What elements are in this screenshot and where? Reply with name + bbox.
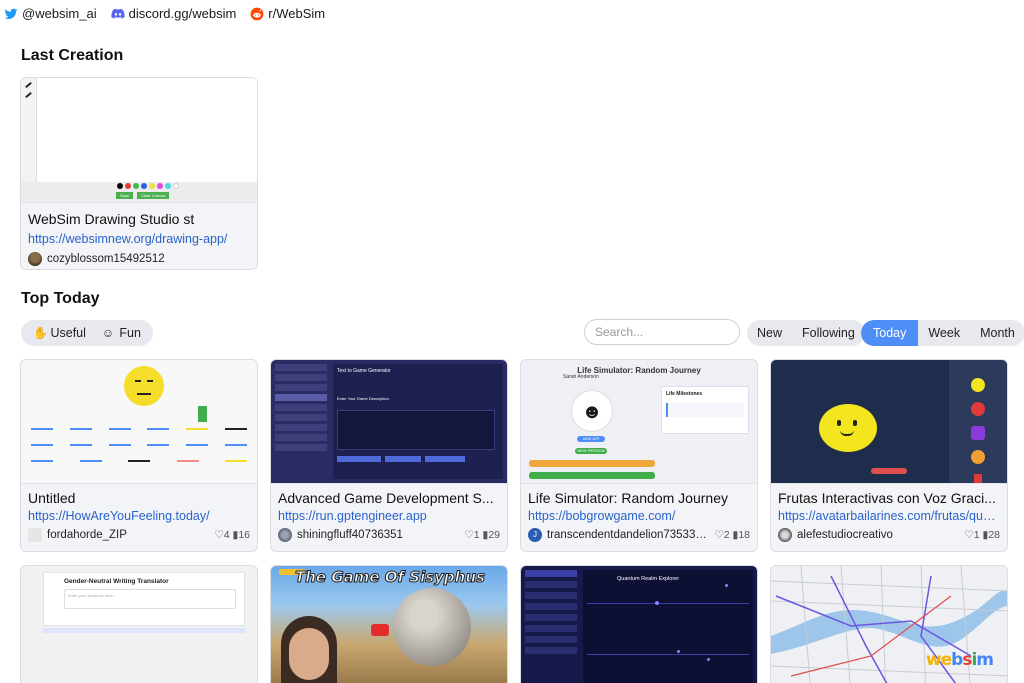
avatar[interactable]: J (528, 528, 542, 542)
card-stats: ♡1 ▮28 (964, 529, 1000, 541)
author-name[interactable]: shiningfluff40736351 (297, 529, 460, 541)
discord-icon (110, 8, 125, 19)
card-stats: ♡2 ▮18 (714, 529, 750, 541)
category-fun[interactable]: ☺ Fun (94, 320, 149, 346)
thumb-panel: Life Milestones (666, 391, 703, 397)
websim-watermark: websim (925, 650, 994, 670)
card-url[interactable]: https://run.gptengineer.app (278, 508, 500, 525)
thumb-heading: Life Simulator: Random Journey (577, 366, 701, 375)
thumb-input: Enter your sentence here... (64, 589, 236, 609)
card-title: Advanced Game Development S... (278, 490, 494, 506)
card-title: Life Simulator: Random Journey (528, 490, 728, 506)
card-meta: J transcendentdandelion73533838 ♡2 ▮18 (528, 528, 750, 542)
view-count: 18 (738, 529, 750, 541)
last-creation-card[interactable]: Save Clear Canvas WebSim Drawing Studio … (20, 77, 258, 270)
card-meta: alefestudiocreativo ♡1 ▮28 (778, 528, 1000, 542)
card-thumbnail: Text to Game Generator Enter Your Game D… (271, 360, 507, 484)
category-useful[interactable]: ✋ Useful (25, 320, 94, 346)
twitter-link[interactable]: @websim_ai (4, 6, 97, 21)
card-thumbnail: Life Simulator: Random Journey Sarah And… (521, 360, 757, 484)
author-name[interactable]: fordahorde_ZIP (47, 529, 210, 541)
category-filter: ✋ Useful ☺ Fun (21, 320, 153, 346)
card-meta: cozyblossom15492512 (28, 252, 250, 266)
card-url[interactable]: https://bobgrowgame.com/ (528, 508, 750, 525)
card-meta: shiningfluff40736351 ♡1 ▮29 (278, 528, 500, 542)
tab-following[interactable]: Following (792, 320, 865, 346)
card-thumbnail (771, 360, 1007, 484)
author-name[interactable]: transcendentdandelion73533838 (547, 529, 710, 541)
like-count: 1 (973, 529, 980, 541)
time-filter: Today Week Month (861, 320, 1024, 346)
project-card[interactable]: Quantum Realm Explorer (520, 565, 758, 683)
author-name[interactable]: alefestudiocreativo (797, 529, 960, 541)
view-count: 16 (238, 529, 250, 541)
category-label: Useful (50, 326, 86, 340)
search-input[interactable] (584, 319, 740, 345)
heart-icon: ♡ (714, 529, 724, 541)
category-label: Fun (119, 326, 141, 340)
thumb-button-2: NEW PERSON (575, 448, 607, 454)
heart-icon: ♡ (964, 529, 974, 541)
thumb-heading: The Game Of Sisyphus (295, 568, 486, 587)
tab-week[interactable]: Week (918, 320, 970, 346)
avatar[interactable] (278, 528, 292, 542)
card-stats: ♡1 ▮29 (464, 529, 500, 541)
view-count: 29 (488, 529, 500, 541)
avatar[interactable] (778, 528, 792, 542)
project-card[interactable]: Frutas Interactivas con Voz Graci... htt… (770, 359, 1008, 552)
top-today-heading: Top Today (21, 290, 100, 307)
thumb-save-button: Save (116, 192, 134, 199)
reddit-handle: r/WebSim (268, 6, 326, 21)
tab-today[interactable]: Today (861, 320, 919, 346)
twitter-handle: @websim_ai (22, 6, 97, 21)
reddit-icon (250, 7, 264, 20)
thumb-subheading: Enter Your Game Description (337, 396, 389, 401)
card-thumbnail: Save Clear Canvas (21, 78, 257, 203)
like-count: 1 (473, 529, 480, 541)
last-creation-heading: Last Creation (21, 47, 124, 64)
card-title: Untitled (28, 490, 76, 506)
social-bar: @websim_ai discord.gg/websim r/WebSim (4, 6, 325, 21)
card-url[interactable]: https://avatarbailarines.com/frutas/que … (778, 508, 1000, 525)
discord-handle: discord.gg/websim (128, 6, 237, 21)
heart-icon: ♡ (214, 529, 224, 541)
card-meta: fordahorde_ZIP ♡4 ▮16 (28, 528, 250, 542)
like-count: 2 (723, 529, 730, 541)
author-name[interactable]: cozyblossom15492512 (47, 253, 250, 265)
sort-filter: New Following (747, 320, 865, 346)
project-card[interactable]: Gender-Neutral Writing Translator Enter … (20, 565, 258, 683)
view-count: 28 (988, 529, 1000, 541)
card-thumbnail: Gender-Neutral Writing Translator Enter … (43, 572, 245, 626)
avatar[interactable] (28, 252, 42, 266)
tab-month[interactable]: Month (970, 320, 1024, 346)
reddit-link[interactable]: r/WebSim (250, 6, 325, 21)
card-title: Frutas Interactivas con Voz Graci... (778, 490, 996, 506)
card-url[interactable]: https://HowAreYouFeeling.today/ (28, 508, 250, 525)
project-card[interactable]: The Game Of Sisyphus (270, 565, 508, 683)
thumb-heading: Text to Game Generator (337, 368, 391, 374)
thumb-subheading: Sarah Anderson (563, 374, 599, 380)
card-thumbnail (21, 360, 257, 484)
card-thumbnail: The Game Of Sisyphus (271, 566, 507, 683)
project-card[interactable]: Life Simulator: Random Journey Sarah And… (520, 359, 758, 552)
like-count: 4 (223, 529, 230, 541)
card-stats: ♡4 ▮16 (214, 529, 250, 541)
card-thumbnail (525, 570, 577, 683)
project-card[interactable]: Text to Game Generator Enter Your Game D… (270, 359, 508, 552)
card-title: WebSim Drawing Studio st (28, 211, 195, 227)
card-url[interactable]: https://websimnew.org/drawing-app/ (28, 231, 250, 248)
project-card[interactable]: Untitled https://HowAreYouFeeling.today/… (20, 359, 258, 552)
discord-link[interactable]: discord.gg/websim (110, 6, 237, 21)
muscle-icon: ✋ (33, 326, 48, 340)
tab-new[interactable]: New (747, 320, 792, 346)
thumb-heading: Quantum Realm Explorer (617, 576, 680, 582)
project-card[interactable]: websim (770, 565, 1008, 683)
avatar[interactable] (28, 528, 42, 542)
twitter-icon (4, 8, 18, 19)
clown-icon: ☺ (101, 326, 115, 340)
thumb-clear-button: Clear Canvas (137, 192, 170, 199)
thumb-heading: Gender-Neutral Writing Translator (64, 578, 169, 585)
thumb-button-1: AGE UP! (577, 436, 605, 442)
heart-icon: ♡ (464, 529, 474, 541)
